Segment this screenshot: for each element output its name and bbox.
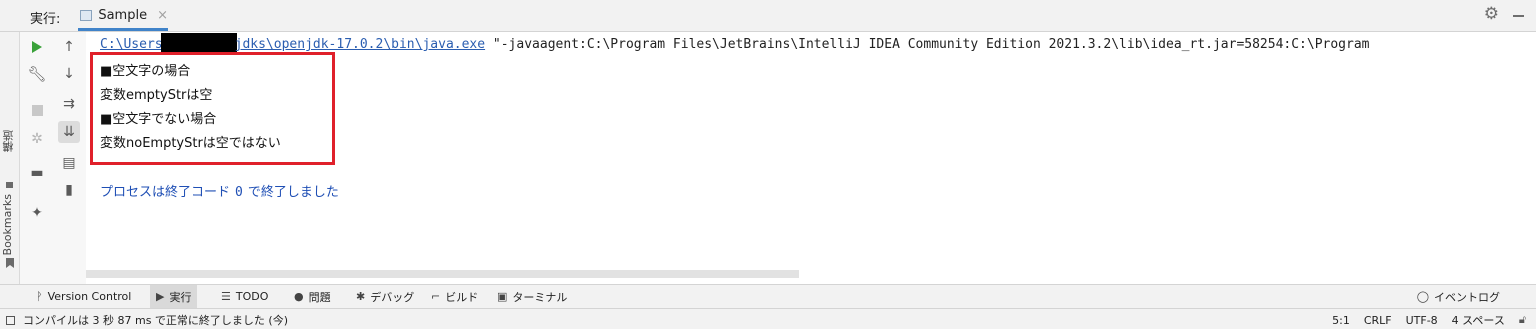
stop-button[interactable]: [26, 99, 48, 121]
header-actions: ⚙: [1484, 6, 1524, 23]
lock-icon[interactable]: 🔓︎: [1519, 313, 1526, 327]
command-line: C:\Users jdks\openjdk-17.0.2\bin\java.exe…: [100, 33, 1370, 52]
tab-label: 実行: [169, 290, 192, 304]
down-arrow-icon[interactable]: ↓: [58, 63, 80, 85]
tab-sample[interactable]: Sample ×: [78, 2, 168, 31]
tab-label: Version Control: [47, 290, 132, 303]
red-highlight-box: [90, 52, 335, 165]
layout-icon[interactable]: ▬: [26, 162, 48, 184]
event-log-label: イベントログ: [1434, 290, 1500, 304]
scroll-to-end-icon[interactable]: ⇊: [58, 121, 80, 143]
tab-label: TODO: [235, 290, 269, 303]
file-encoding[interactable]: UTF-8: [1406, 314, 1438, 327]
hammer-icon: ⌐: [431, 290, 441, 303]
tab-terminal[interactable]: ▣ ターミナル: [491, 285, 573, 308]
trash-icon[interactable]: ▮: [58, 179, 80, 201]
list-icon: ☰: [221, 290, 231, 303]
exit-prefix: プロセスは終了コード: [100, 185, 231, 200]
tool-window-toggle-icon[interactable]: [6, 315, 15, 325]
bookmark-icon: [6, 258, 14, 268]
tab-label: Sample: [98, 7, 148, 23]
wrench-icon[interactable]: 🔧︎: [26, 63, 48, 85]
run-tool-window-header: 実行: Sample × ⚙: [0, 0, 1536, 32]
terminal-icon: ▣: [497, 290, 508, 303]
bug-icon: ✱: [356, 290, 366, 303]
structure-tab[interactable]: 構造: [1, 130, 17, 152]
exit-suffix: で終了しました: [247, 185, 339, 200]
command-args: "-javaagent:C:\Program Files\JetBrains\I…: [485, 37, 1370, 52]
tab-label: ターミナル: [512, 290, 568, 304]
left-tool-strip: 構造 Bookmarks: [0, 32, 20, 284]
tab-build[interactable]: ⌐ ビルド: [425, 285, 484, 308]
indent-setting[interactable]: 4 スペース: [1452, 312, 1505, 328]
print-icon[interactable]: ▤: [58, 152, 80, 174]
tab-version-control[interactable]: ᚹ Version Control: [30, 285, 137, 308]
exit-code: 0: [235, 185, 243, 200]
java-path-start: C:\Users: [100, 37, 163, 52]
run-label: 実行:: [30, 12, 61, 27]
tab-todo[interactable]: ☰ TODO: [215, 285, 274, 308]
tab-label: ビルド: [445, 290, 479, 304]
process-exit-message: プロセスは終了コード 0 で終了しました: [100, 181, 339, 200]
redacted-username: [160, 33, 237, 52]
bookmarks-tab[interactable]: Bookmarks: [1, 194, 14, 255]
event-log-button[interactable]: ◯ イベントログ: [1411, 285, 1506, 308]
caret-position[interactable]: 5:1: [1332, 314, 1350, 327]
gear-icon[interactable]: ⚙: [1484, 6, 1499, 23]
status-bar: コンパイルは 3 秒 87 ms で正常に終了しました (今) 5:1 CRLF…: [0, 308, 1536, 329]
tab-label: デバッグ: [370, 290, 415, 304]
exit-icon[interactable]: ✲: [26, 128, 48, 150]
line-ending[interactable]: CRLF: [1364, 314, 1392, 327]
speech-bubble-icon: ◯: [1416, 290, 1429, 303]
tab-debug[interactable]: ✱ デバッグ: [350, 285, 420, 308]
info-icon: ●: [294, 290, 304, 303]
stop-icon: [31, 104, 43, 116]
tool-window-bar: ᚹ Version Control ▶ 実行 ☰ TODO ● 問題 ✱ デバッ…: [0, 284, 1536, 308]
minimize-icon[interactable]: [1513, 14, 1524, 17]
play-icon: [32, 41, 42, 53]
java-path-end: jdks\openjdk-17.0.2\bin\java.exe: [234, 37, 486, 52]
run-toolbar: ↑ 🔧︎ ↓ ⇉ ⇊ ✲ ▤ ▬ ▮ ✦: [20, 32, 86, 284]
horizontal-scrollbar[interactable]: [86, 270, 799, 278]
up-arrow-icon[interactable]: ↑: [58, 36, 80, 58]
tab-problems[interactable]: ● 問題: [288, 285, 337, 308]
pin-icon[interactable]: ✦: [26, 202, 48, 224]
tab-label: 問題: [308, 290, 331, 304]
console-output[interactable]: C:\Users jdks\openjdk-17.0.2\bin\java.exe…: [86, 32, 1536, 284]
soft-wrap-icon[interactable]: ⇉: [58, 93, 80, 115]
run-icon: ▶: [156, 290, 165, 303]
status-message[interactable]: コンパイルは 3 秒 87 ms で正常に終了しました (今): [23, 312, 288, 328]
close-icon[interactable]: ×: [157, 8, 168, 23]
tab-run[interactable]: ▶ 実行: [150, 285, 198, 308]
structure-icon: [6, 182, 13, 188]
window-icon: [80, 9, 93, 21]
rerun-button[interactable]: [26, 36, 48, 58]
branch-icon: ᚹ: [36, 290, 43, 303]
java-path-link[interactable]: C:\Users jdks\openjdk-17.0.2\bin\java.exe: [100, 33, 486, 52]
